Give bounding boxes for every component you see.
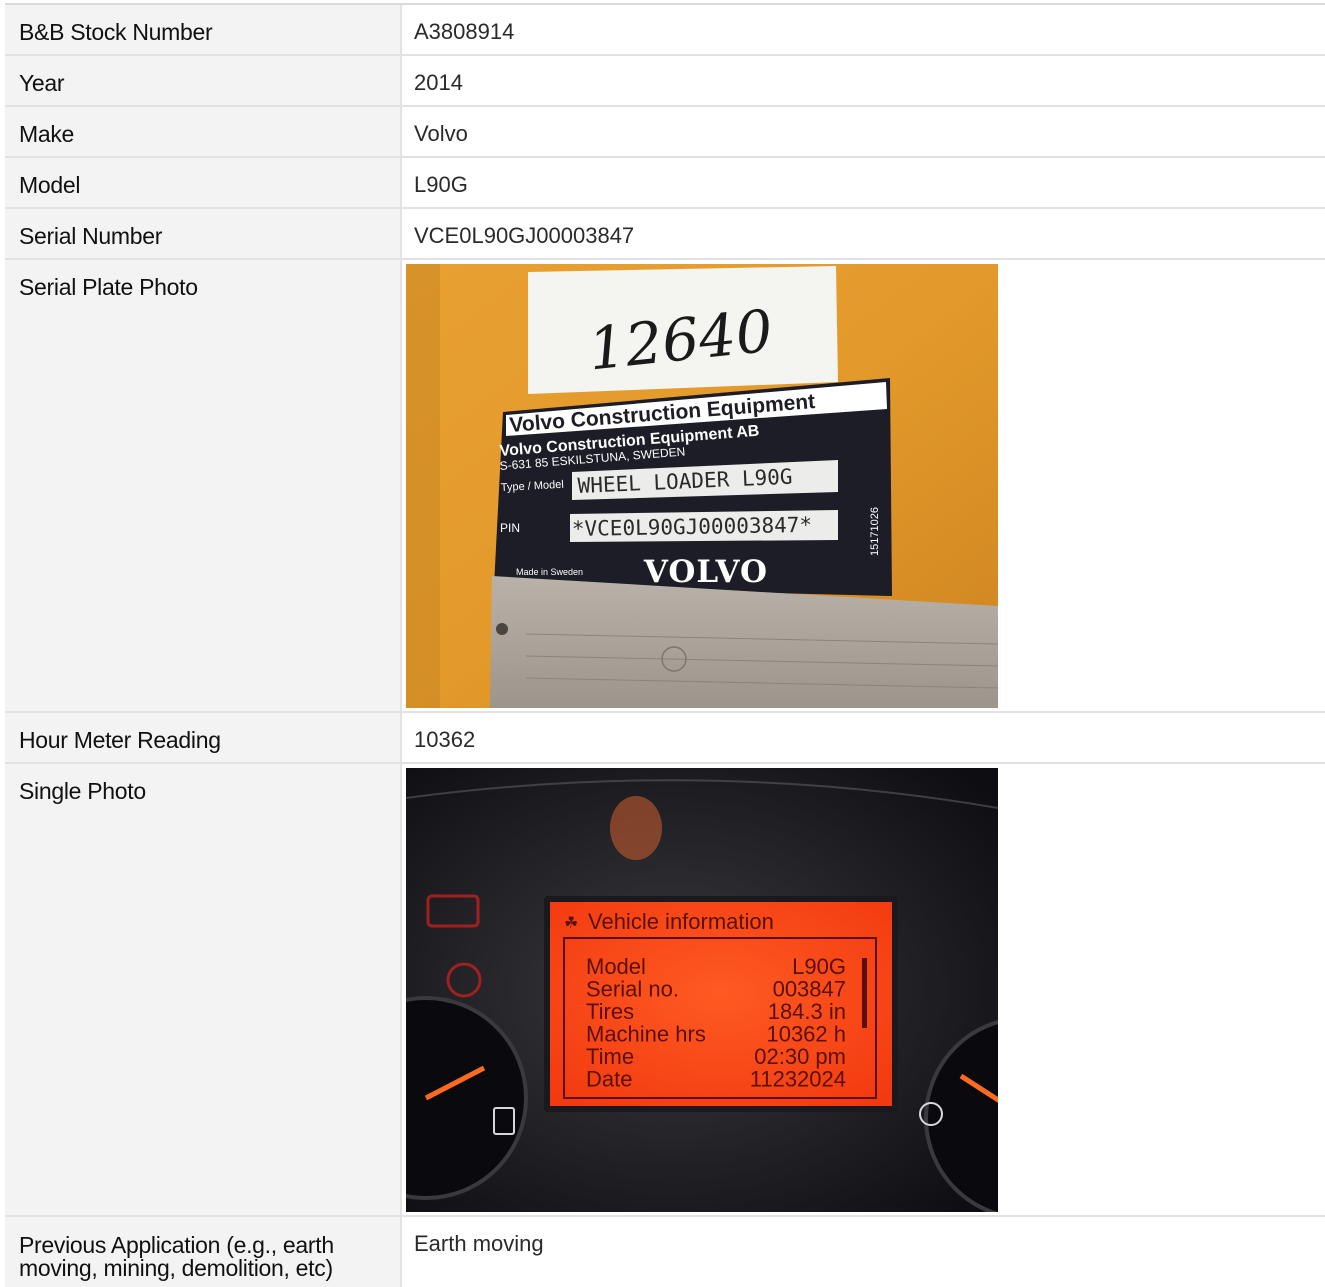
table-row: Model L90G: [5, 157, 1325, 209]
row-value-cell: L90G: [401, 157, 1325, 209]
plate-pin-value: *VCE0L90GJ00003847*: [572, 513, 813, 541]
light-glare: [610, 796, 662, 860]
serial-number-value: VCE0L90GJ00003847: [414, 223, 635, 248]
year-value: 2014: [414, 70, 463, 95]
table-row: B&B Stock Number A3808914: [5, 5, 1325, 56]
row-label-cell: Make: [5, 106, 402, 158]
row-label-cell: Model: [5, 157, 402, 209]
model-label: Model: [19, 172, 81, 198]
row-value-cell: VCE0L90GJ00003847: [401, 208, 1325, 260]
model-value: L90G: [414, 172, 468, 197]
hour-meter-value: 10362: [414, 727, 476, 752]
row-value-cell: Volvo: [401, 106, 1325, 158]
vehicle-info-key: Machine hrs: [586, 1022, 706, 1047]
table-row: Hour Meter Reading 10362: [5, 712, 1325, 764]
table-row: Make Volvo: [5, 106, 1325, 158]
vehicle-info-key: Time: [586, 1044, 634, 1069]
vehicle-info-icon: ☘: [564, 915, 578, 932]
plate-logo: VOLVO: [643, 554, 768, 590]
row-label-cell: Serial Plate Photo: [5, 259, 402, 713]
row-value-cell: ☘ Vehicle information Model L90G Serial no…: [401, 763, 1325, 1217]
row-label-cell: Single Photo: [5, 763, 402, 1217]
vehicle-info-value: 11232024: [750, 1067, 846, 1092]
display-scrollbar: [862, 958, 867, 1028]
serial-plate-photo[interactable]: 12640 Volvo Construction Equipment Volvo…: [406, 264, 998, 708]
row-label-cell: B&B Stock Number: [5, 5, 402, 56]
row-label-cell: Previous Application (e.g., earth moving…: [5, 1216, 402, 1287]
vehicle-info-value: 184.3 in: [768, 999, 846, 1024]
previous-application-label: Previous Application (e.g., earth moving…: [19, 1232, 334, 1281]
vehicle-info-value: 10362 h: [766, 1022, 846, 1047]
table-row: Year 2014: [5, 55, 1325, 107]
serial-plate-photo-label: Serial Plate Photo: [19, 274, 198, 300]
row-label-cell: Hour Meter Reading: [5, 712, 402, 764]
vehicle-info-key: Serial no.: [586, 977, 679, 1002]
dashboard-photo[interactable]: ☘ Vehicle information Model L90G Serial no…: [406, 768, 998, 1212]
row-value-cell: 10362: [401, 712, 1325, 764]
plate-pin-label: PIN: [500, 521, 520, 535]
row-value-cell: A3808914: [401, 5, 1325, 56]
plate-shadow: [406, 264, 440, 708]
vehicle-info-value: 02:30 pm: [754, 1044, 846, 1069]
table-row: Serial Number VCE0L90GJ00003847: [5, 208, 1325, 260]
single-photo-label: Single Photo: [19, 778, 146, 804]
make-value: Volvo: [414, 121, 468, 146]
table-row: Previous Application (e.g., earth moving…: [5, 1216, 1325, 1287]
display-title: Vehicle information: [588, 909, 774, 934]
vehicle-info-key: Tires: [586, 999, 634, 1024]
table-row: Serial Plate Photo 12640 Volvo Construct…: [5, 259, 1325, 713]
vehicle-info-key: Date: [586, 1067, 632, 1092]
specs-table: B&B Stock Number A3808914 Year 2014 Make…: [5, 5, 1325, 1287]
plate-side-number: 15171026: [869, 507, 881, 556]
hour-meter-label: Hour Meter Reading: [19, 727, 221, 753]
row-label-cell: Serial Number: [5, 208, 402, 260]
row-value-cell: Earth moving: [401, 1216, 1325, 1287]
vehicle-info-value: L90G: [792, 954, 846, 979]
vehicle-info-value: 003847: [773, 977, 846, 1002]
previous-application-value: Earth moving: [414, 1231, 544, 1256]
year-label: Year: [19, 70, 65, 96]
row-label-cell: Year: [5, 55, 402, 107]
table-row: Single Photo ☘ Vehicle information Model…: [5, 763, 1325, 1217]
stock-number-label: B&B Stock Number: [19, 19, 213, 45]
serial-number-label: Serial Number: [19, 223, 163, 249]
plate-made-in: Made in Sweden: [516, 567, 583, 577]
plate-rivet: [496, 623, 508, 635]
make-label: Make: [19, 121, 75, 147]
stock-number-value: A3808914: [414, 19, 515, 44]
vehicle-info-key: Model: [586, 954, 646, 979]
row-value-cell: 12640 Volvo Construction Equipment Volvo…: [401, 259, 1325, 713]
row-value-cell: 2014: [401, 55, 1325, 107]
